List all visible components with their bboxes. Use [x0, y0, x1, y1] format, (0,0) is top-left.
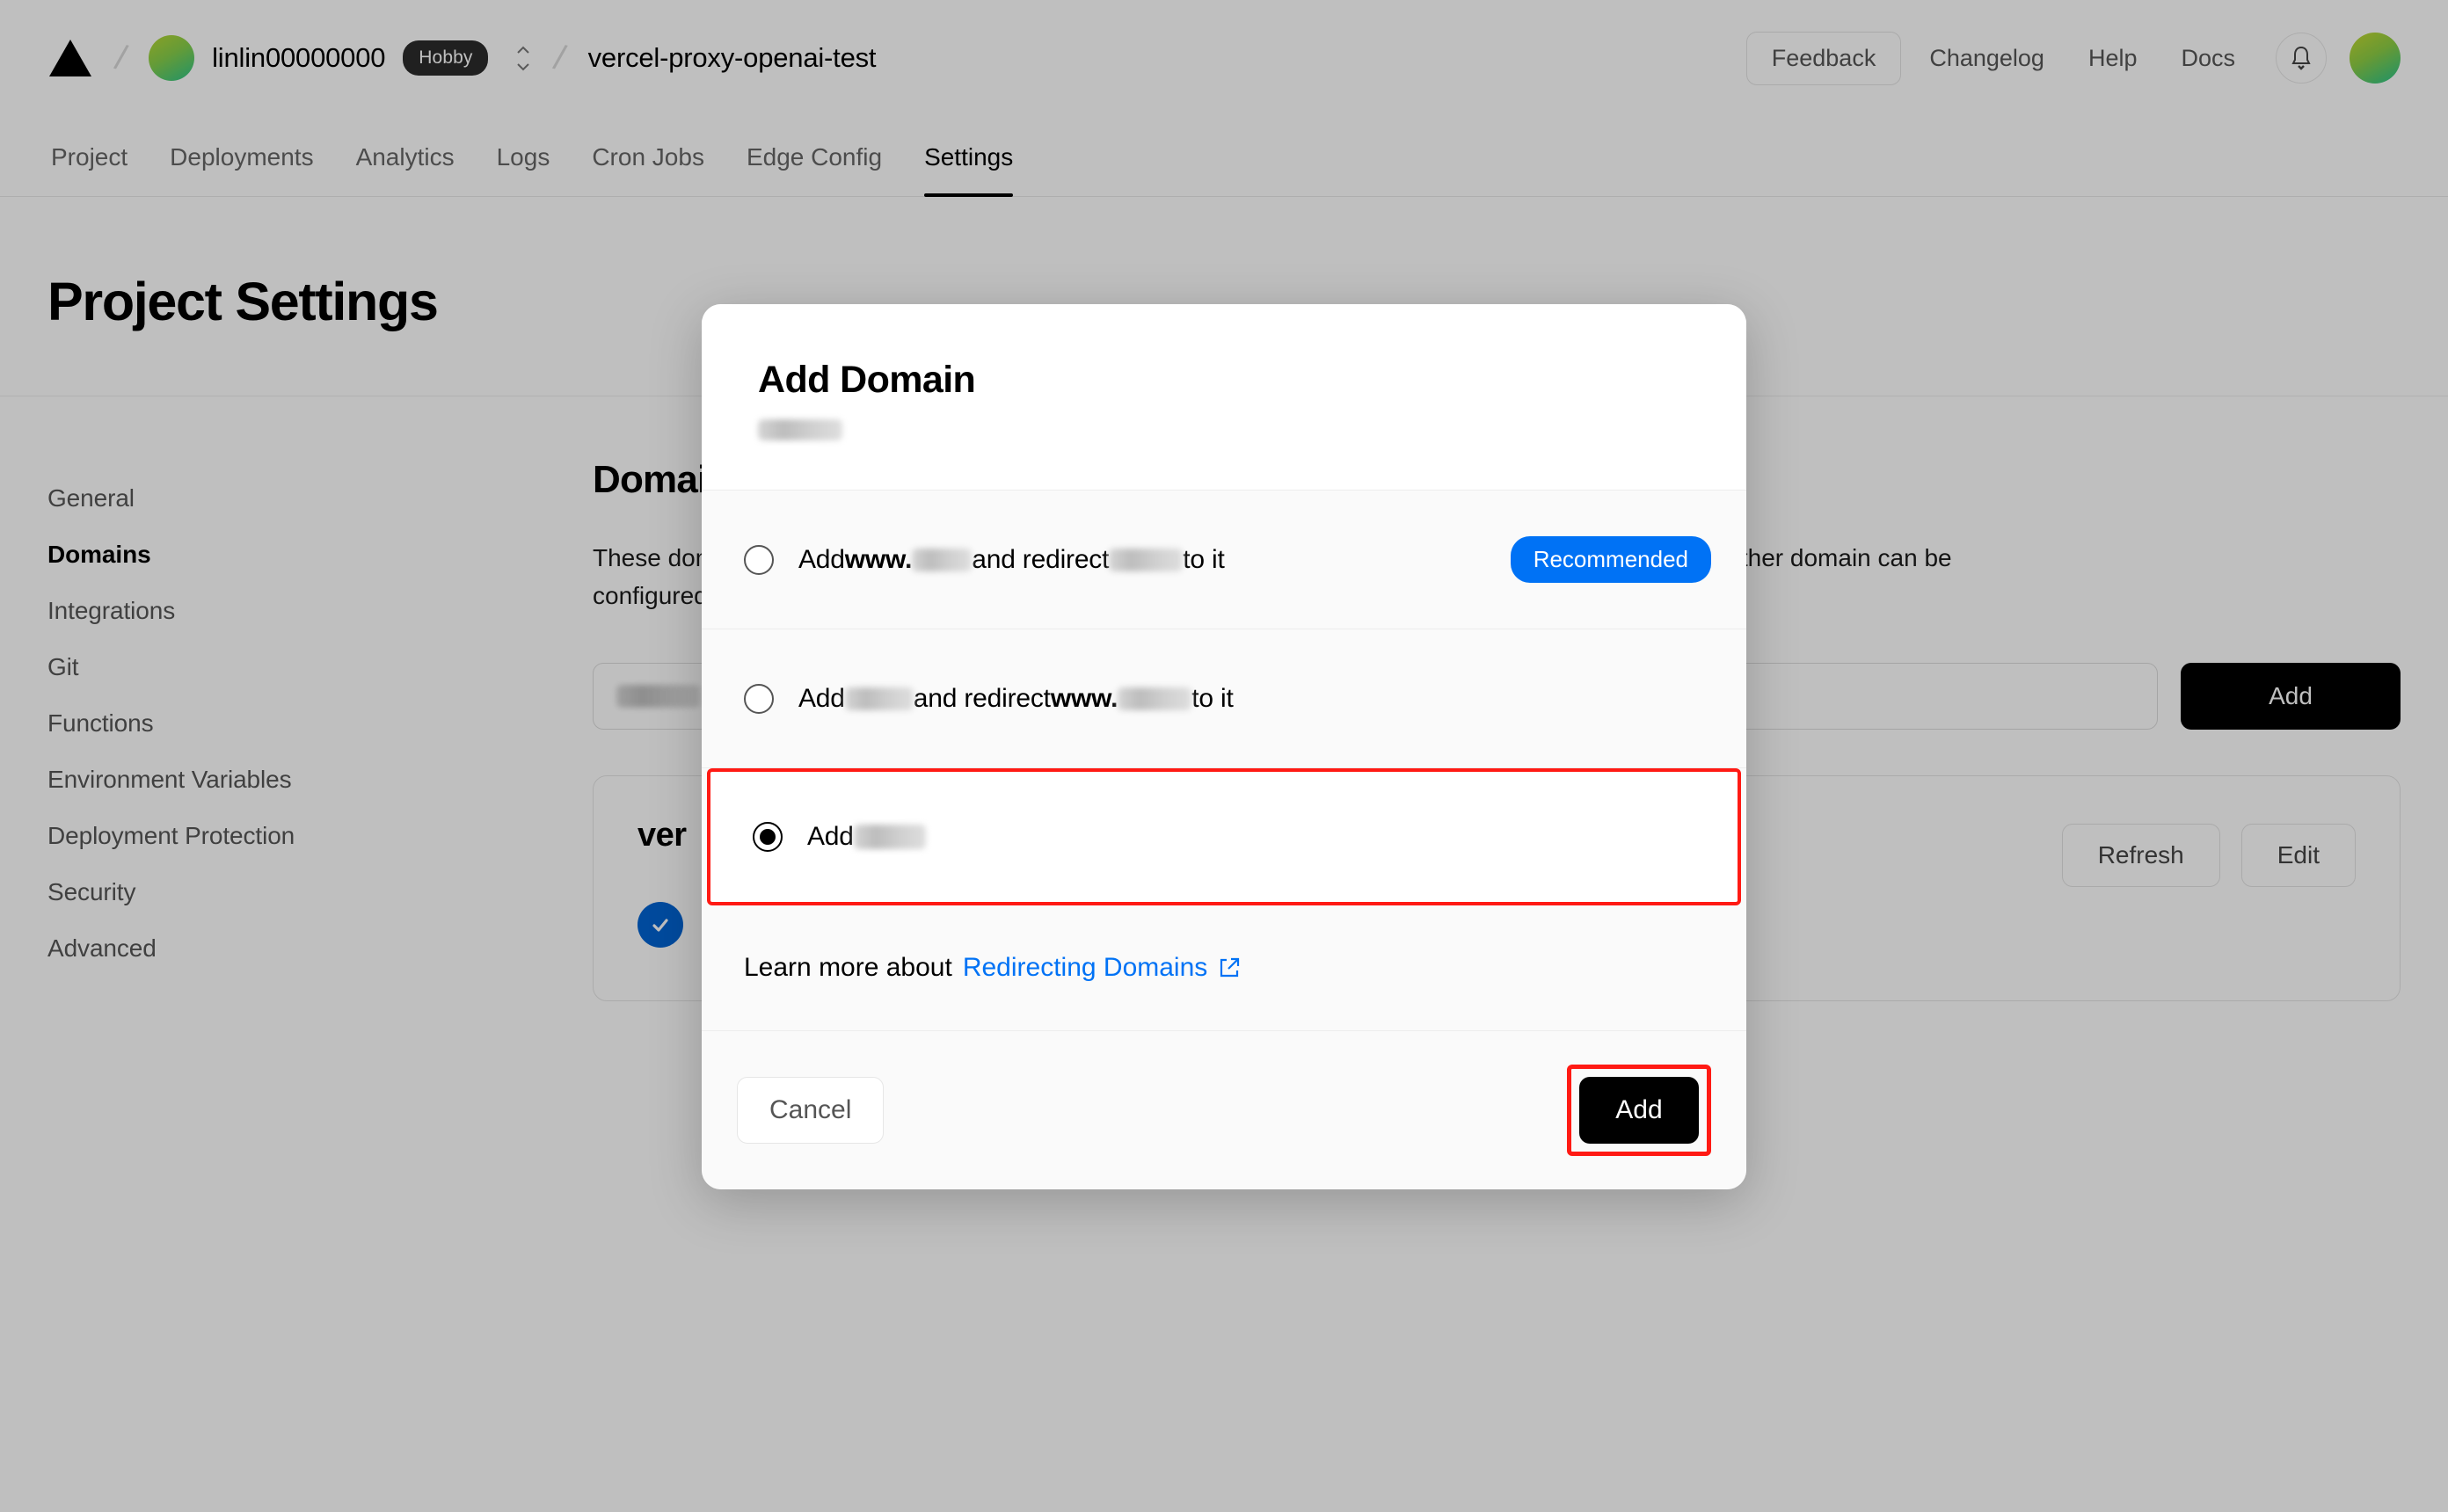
recommended-badge: Recommended [1511, 536, 1711, 583]
option-3-label: Add [807, 822, 926, 852]
option-1-label: Add www. and redirect to it [798, 545, 1225, 575]
learn-more-row: Learn more about Redirecting Domains [702, 905, 1746, 1031]
option-1-prefix: Add [798, 545, 845, 575]
external-link-icon [1218, 956, 1241, 979]
cancel-button[interactable]: Cancel [737, 1077, 884, 1144]
option-1-bold-lead: www. [845, 545, 912, 575]
option-2-middle: and redirect [914, 684, 1051, 714]
redirecting-domains-link[interactable]: Redirecting Domains [963, 953, 1241, 983]
option-2-bold-mid: www. [1051, 684, 1118, 714]
option-2-prefix: Add [798, 684, 845, 714]
redacted-domain-1a [912, 549, 972, 571]
option-row-www-redirect[interactable]: Add www. and redirect to it Recommended [702, 491, 1746, 629]
redacted-domain-3 [854, 825, 926, 849]
redirecting-domains-link-label: Redirecting Domains [963, 953, 1207, 983]
option-1-middle: and redirect [972, 545, 1109, 575]
learn-more-prefix: Learn more about [744, 953, 952, 983]
modal-add-button[interactable]: Add [1579, 1077, 1699, 1144]
redacted-subtitle [758, 419, 842, 440]
redacted-domain-2b [1118, 687, 1191, 710]
redacted-domain-1b [1109, 549, 1183, 571]
modal-overlay: Add Domain Add www. and redirect to it R… [0, 0, 2448, 1512]
radio-option-2[interactable] [744, 684, 774, 714]
modal-title: Add Domain [758, 359, 1690, 402]
radio-option-3[interactable] [753, 822, 783, 852]
add-button-annotation: Add [1567, 1065, 1711, 1156]
option-2-label: Add and redirect www. to it [798, 684, 1234, 714]
option-1-suffix: to it [1183, 545, 1224, 575]
redacted-domain-2a [845, 687, 914, 710]
option-row-plain-add[interactable]: Add [707, 768, 1741, 905]
modal-footer: Cancel Add [702, 1031, 1746, 1189]
option-row-apex-redirect[interactable]: Add and redirect www. to it [702, 629, 1746, 768]
modal-header: Add Domain [702, 304, 1746, 491]
option-2-suffix: to it [1191, 684, 1233, 714]
add-domain-modal: Add Domain Add www. and redirect to it R… [702, 304, 1746, 1189]
option-3-prefix: Add [807, 822, 854, 852]
radio-option-1[interactable] [744, 545, 774, 575]
modal-subtitle [758, 419, 1690, 440]
